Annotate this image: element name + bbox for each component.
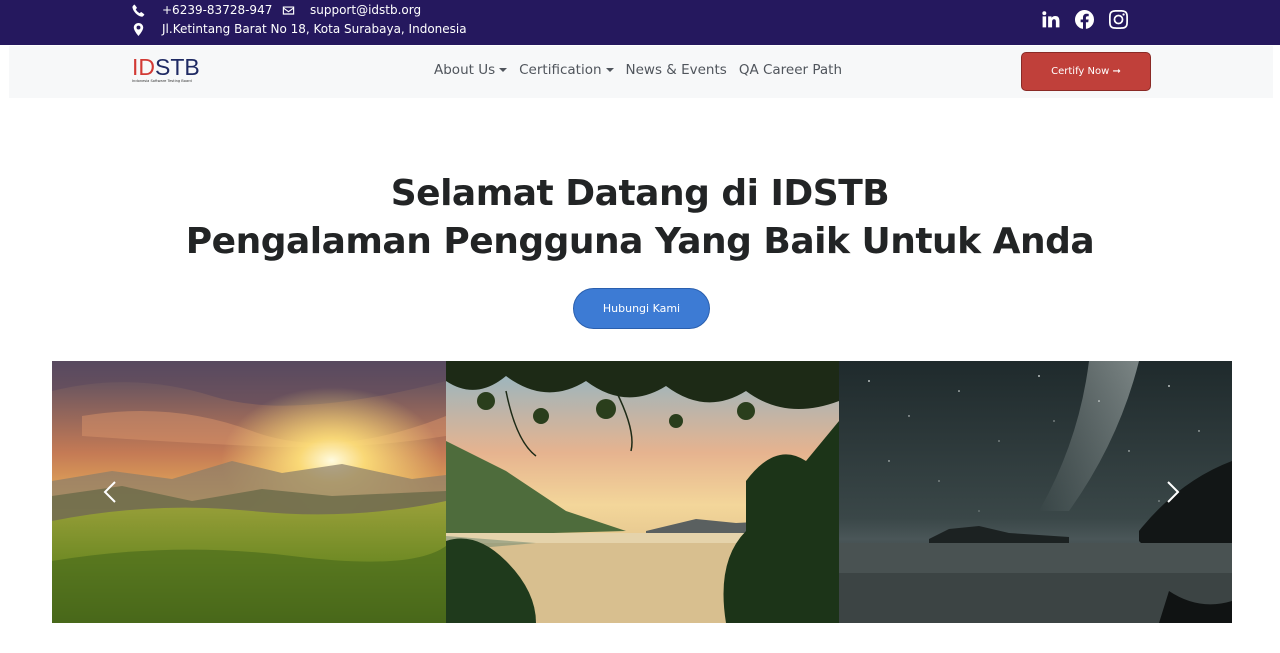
hero-line-1: Selamat Datang di IDSTB (390, 173, 890, 214)
nav-qa-career-path[interactable]: QA Career Path (739, 62, 842, 78)
envelope-icon (281, 3, 295, 17)
nav-news-events[interactable]: News & Events (626, 62, 727, 78)
instagram-icon[interactable] (1108, 9, 1128, 29)
nav-certification-label: Certification (519, 62, 602, 78)
nav-menu: About Us Certification News & Events QA … (434, 62, 842, 78)
phone-icon (131, 3, 145, 17)
slide-lake-through-leaves (446, 361, 839, 623)
nav-about-us[interactable]: About Us (434, 62, 508, 78)
hero-line-2: Pengalaman Pengguna Yang Baik Untuk Anda (185, 221, 1095, 262)
map-pin-icon (131, 22, 145, 36)
facebook-icon[interactable] (1074, 9, 1094, 29)
idstb-logo[interactable]: IDSTB Indonesia Software Testing Board (132, 55, 212, 87)
nav-certification[interactable]: Certification (519, 62, 614, 78)
hero-heading: Selamat Datang di IDSTB Pengalaman Pengg… (0, 170, 1280, 266)
image-carousel[interactable] (52, 361, 1232, 623)
certify-now-button[interactable]: Certify Now ➞ (1021, 52, 1151, 91)
email-address[interactable]: support@idstb.org (310, 3, 421, 17)
nav-qa-career-path-label: QA Career Path (738, 62, 843, 78)
logo-part-id: ID (132, 54, 155, 80)
nav-about-us-label: About Us (434, 62, 496, 78)
chevron-right-icon (1167, 481, 1180, 503)
carousel-prev-button[interactable] (95, 477, 125, 507)
logo-part-stb: STB (155, 54, 200, 80)
phone-number[interactable]: +6239-83728-947 (162, 3, 272, 17)
social-links (1040, 9, 1128, 29)
caret-down-icon (605, 68, 614, 72)
top-info-bar: +6239-83728-947 support@idstb.org Jl.Ket… (0, 0, 1280, 45)
linkedin-icon[interactable] (1040, 9, 1060, 29)
email-row[interactable]: support@idstb.org (281, 3, 421, 17)
logo-tagline: Indonesia Software Testing Board (132, 79, 192, 83)
hubungi-kami-button[interactable]: Hubungi Kami (573, 288, 710, 329)
main-navbar: IDSTB Indonesia Software Testing Board A… (9, 46, 1273, 98)
nav-news-events-label: News & Events (625, 62, 727, 78)
logo-wordmark: IDSTB (132, 55, 212, 79)
carousel-next-button[interactable] (1158, 477, 1188, 507)
phone-row[interactable]: +6239-83728-947 (131, 3, 272, 17)
chevron-left-icon (103, 481, 116, 503)
address-row: Jl.Ketintang Barat No 18, Kota Surabaya,… (131, 22, 467, 36)
address-text: Jl.Ketintang Barat No 18, Kota Surabaya,… (162, 22, 467, 36)
caret-down-icon (499, 68, 508, 72)
